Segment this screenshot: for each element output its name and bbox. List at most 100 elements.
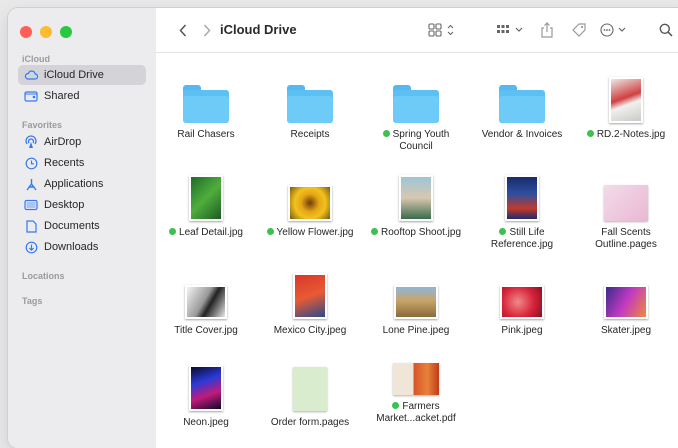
file-item-skater[interactable]: Skater.jpeg xyxy=(576,267,676,337)
minimize-button[interactable] xyxy=(40,26,52,38)
close-button[interactable] xyxy=(20,26,32,38)
file-item-mexico-city[interactable]: Mexico City.jpeg xyxy=(260,267,360,337)
file-name: Yellow Flower.jpg xyxy=(260,227,360,239)
file-item-rd2-notes[interactable]: RD.2-Notes.jpg xyxy=(576,71,676,141)
file-name: RD.2-Notes.jpg xyxy=(576,129,676,141)
image-thumbnail xyxy=(189,175,223,221)
file-name: Lone Pine.jpeg xyxy=(382,325,450,336)
file-item-farmers-market[interactable]: Farmers Market...acket.pdf xyxy=(366,343,466,425)
sidebar-item-label: Downloads xyxy=(44,241,99,253)
image-thumbnail xyxy=(604,285,648,319)
folder-icon xyxy=(499,85,545,123)
folder-icon xyxy=(287,85,333,123)
pdf-document-thumbnail xyxy=(393,363,439,395)
image-thumbnail xyxy=(394,285,438,319)
applications-icon xyxy=(24,177,38,191)
file-item-lone-pine[interactable]: Lone Pine.jpeg xyxy=(366,267,466,337)
chevron-left-icon[interactable] xyxy=(176,21,190,39)
green-tag-dot xyxy=(266,228,274,235)
zoom-button[interactable] xyxy=(60,26,72,38)
image-thumbnail xyxy=(189,365,223,411)
file-name: Pink.jpeg xyxy=(501,325,543,336)
airdrop-icon xyxy=(24,135,38,149)
sidebar-item-label: AirDrop xyxy=(44,136,82,148)
window-controls xyxy=(20,26,72,38)
pages-document-thumbnail xyxy=(293,367,327,411)
file-item-pink[interactable]: Pink.jpeg xyxy=(472,267,572,337)
file-name: Receipts xyxy=(290,129,330,140)
sidebar-item-shared[interactable]: Shared xyxy=(18,86,146,106)
sidebar-item-label: Documents xyxy=(44,220,100,232)
image-thumbnail xyxy=(609,77,643,123)
file-name: Neon.jpeg xyxy=(183,417,229,428)
file-item-rail-chasers[interactable]: Rail Chasers xyxy=(156,71,256,141)
file-item-vendor-invoices[interactable]: Vendor & Invoices xyxy=(472,71,572,141)
sidebar-item-documents[interactable]: Documents xyxy=(18,216,146,236)
image-thumbnail xyxy=(185,285,227,319)
image-thumbnail xyxy=(288,185,332,221)
group-icon[interactable] xyxy=(496,21,526,39)
finder-window: iCloud iCloud Drive Shared Favorites Air… xyxy=(8,8,678,448)
green-tag-dot xyxy=(382,130,390,137)
sidebar-section-tags: Tags xyxy=(22,296,43,306)
pages-document-thumbnail xyxy=(604,185,648,221)
sidebar-item-airdrop[interactable]: AirDrop xyxy=(18,132,146,152)
file-item-order-form[interactable]: Order form.pages xyxy=(260,359,360,429)
sidebar-item-recents[interactable]: Recents xyxy=(18,153,146,173)
sidebar-item-label: iCloud Drive xyxy=(44,69,104,81)
file-item-fall-scents-outline[interactable]: Fall Scents Outline.pages xyxy=(576,169,676,251)
file-name: Leaf Detail.jpg xyxy=(156,227,256,239)
image-thumbnail xyxy=(505,175,539,221)
file-name: Skater.jpeg xyxy=(600,325,652,336)
cloud-icon xyxy=(24,68,38,82)
green-tag-dot xyxy=(169,228,177,235)
chevron-right-icon[interactable] xyxy=(200,21,214,39)
file-name: Fall Scents Outline.pages xyxy=(595,227,657,250)
sidebar-item-label: Desktop xyxy=(44,199,85,211)
toolbar: iCloud Drive xyxy=(156,8,678,53)
file-name: Farmers Market...acket.pdf xyxy=(376,401,456,424)
file-item-leaf-detail[interactable]: Leaf Detail.jpg xyxy=(156,169,256,239)
sidebar-item-downloads[interactable]: Downloads xyxy=(18,237,146,257)
grid-view-icon[interactable] xyxy=(426,21,460,39)
search-icon[interactable] xyxy=(658,21,674,39)
window-title: iCloud Drive xyxy=(220,22,297,37)
share-icon[interactable] xyxy=(539,21,555,39)
image-thumbnail xyxy=(399,175,433,221)
ellipsis-icon[interactable] xyxy=(600,21,630,39)
file-name: Still Life Reference.jpg xyxy=(490,227,554,250)
file-item-title-cover[interactable]: Title Cover.jpg xyxy=(156,267,256,337)
file-name: Rail Chasers xyxy=(177,129,235,140)
shared-folder-icon xyxy=(24,89,38,103)
green-tag-dot xyxy=(392,402,400,409)
desktop-icon xyxy=(24,198,38,212)
sidebar-section-locations: Locations xyxy=(22,271,65,281)
file-item-spring-youth-council[interactable]: Spring Youth Council xyxy=(366,71,466,153)
file-item-receipts[interactable]: Receipts xyxy=(260,71,360,141)
file-item-rooftop-shoot[interactable]: Rooftop Shoot.jpg xyxy=(366,169,466,239)
image-thumbnail xyxy=(293,273,327,319)
clock-icon xyxy=(24,156,38,170)
sidebar-item-desktop[interactable]: Desktop xyxy=(18,195,146,215)
file-item-yellow-flower[interactable]: Yellow Flower.jpg xyxy=(260,169,360,239)
download-icon xyxy=(24,240,38,254)
tag-icon[interactable] xyxy=(570,21,588,39)
sidebar-item-applications[interactable]: Applications xyxy=(18,174,146,194)
sidebar: iCloud iCloud Drive Shared Favorites Air… xyxy=(8,8,157,448)
folder-icon xyxy=(183,85,229,123)
file-name: Spring Youth Council xyxy=(366,129,466,153)
document-icon xyxy=(24,219,38,233)
file-grid: Rail Chasers Receipts Spring Youth Counc… xyxy=(156,53,678,448)
sidebar-section-favorites: Favorites xyxy=(22,120,63,130)
file-item-still-life-reference[interactable]: Still Life Reference.jpg xyxy=(472,169,572,251)
sidebar-item-label: Recents xyxy=(44,157,85,169)
file-item-neon[interactable]: Neon.jpeg xyxy=(156,359,256,429)
file-name: Order form.pages xyxy=(270,417,350,428)
green-tag-dot xyxy=(499,228,507,235)
sidebar-item-icloud-drive[interactable]: iCloud Drive xyxy=(18,65,146,85)
image-thumbnail xyxy=(500,285,544,319)
sidebar-item-label: Applications xyxy=(44,178,104,190)
sidebar-section-icloud: iCloud xyxy=(22,54,50,64)
green-tag-dot xyxy=(586,130,594,137)
folder-icon xyxy=(393,85,439,123)
